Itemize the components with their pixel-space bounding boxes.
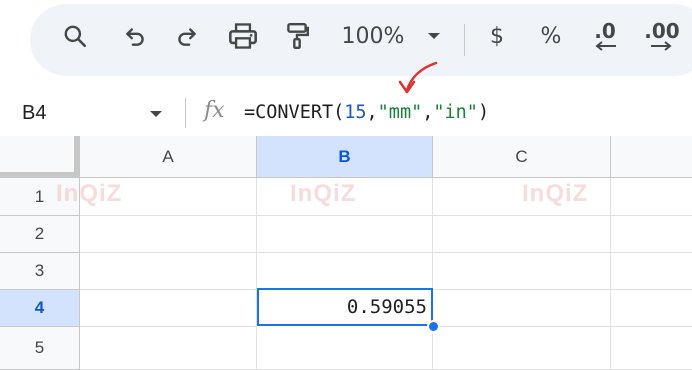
percent-button[interactable]: % <box>536 0 566 72</box>
currency-button[interactable]: $ <box>482 0 512 72</box>
formula-input[interactable]: =CONVERT(15,"mm","in") <box>244 102 489 123</box>
formula-bar-separator <box>185 98 186 128</box>
decrease-decimal-label: .0 <box>594 19 616 43</box>
toolbar-separator <box>464 24 465 56</box>
corner-mark <box>0 136 80 178</box>
formula-number-arg: 15 <box>344 102 367 123</box>
cell-b3[interactable] <box>257 253 433 290</box>
watermark-logo: InQiZ <box>56 180 123 207</box>
decrease-decimal-button[interactable]: .0 <box>586 0 624 72</box>
name-box[interactable]: B4 <box>22 102 46 125</box>
redo-icon[interactable] <box>170 0 204 72</box>
arrow-left-icon <box>595 41 616 51</box>
column-header-a[interactable]: A <box>80 136 257 178</box>
formula-close: ) <box>477 102 490 123</box>
row-header-4[interactable]: 4 <box>0 290 80 327</box>
column-header-b[interactable]: B <box>257 136 433 178</box>
annotation-arrow-icon <box>398 61 438 94</box>
watermark-logo: InQiZ <box>522 180 589 207</box>
cell-a2[interactable] <box>80 216 257 253</box>
row-header-3[interactable]: 3 <box>0 253 80 290</box>
column-header-d[interactable] <box>611 136 692 178</box>
fill-handle[interactable] <box>427 320 440 333</box>
formula-from-unit-arg: "mm" <box>377 102 423 123</box>
percent-label: % <box>540 23 562 49</box>
cell-d4[interactable] <box>611 290 692 327</box>
currency-label: $ <box>490 23 504 49</box>
watermark-logo: InQiZ <box>290 180 357 207</box>
cell-a5[interactable] <box>80 327 257 370</box>
arrow-right-icon <box>651 41 672 51</box>
cell-a4[interactable] <box>80 290 257 327</box>
cell-b4-selected[interactable]: 0.59055 <box>257 288 433 326</box>
formula-prefix: =CONVERT( <box>244 102 345 123</box>
cell-a3[interactable] <box>80 253 257 290</box>
cell-d3[interactable] <box>611 253 692 290</box>
cell-b2[interactable] <box>257 216 433 253</box>
row-header-2[interactable]: 2 <box>0 216 80 253</box>
name-box-chevron-icon[interactable] <box>148 109 164 119</box>
sheet-grid: A B C 1 2 3 4 5 <box>0 136 692 370</box>
print-icon[interactable] <box>224 0 262 72</box>
increase-decimal-label: .00 <box>644 19 680 43</box>
increase-decimal-button[interactable]: .00 <box>640 0 684 72</box>
cell-b5[interactable] <box>257 327 433 370</box>
formula-comma: , <box>422 102 434 123</box>
search-icon[interactable] <box>58 0 92 72</box>
paint-format-icon[interactable] <box>280 0 314 72</box>
row-header-5[interactable]: 5 <box>0 327 80 370</box>
fx-icon: fx <box>204 98 225 123</box>
cell-d5[interactable] <box>611 327 692 370</box>
zoom-value: 100% <box>341 23 405 49</box>
cell-c4[interactable] <box>433 290 611 327</box>
cell-c2[interactable] <box>433 216 611 253</box>
cell-b4-value: 0.59055 <box>346 296 427 318</box>
cell-d1[interactable] <box>611 178 692 216</box>
undo-icon[interactable] <box>118 0 152 72</box>
select-all-corner[interactable] <box>0 136 80 178</box>
formula-to-unit-arg: "in" <box>433 102 478 123</box>
column-header-c[interactable]: C <box>433 136 611 178</box>
cell-c3[interactable] <box>433 253 611 290</box>
formula-bar: B4 fx =CONVERT(15,"mm","in") <box>0 90 692 136</box>
cell-c5[interactable] <box>433 327 611 370</box>
cell-d2[interactable] <box>611 216 692 253</box>
formula-comma: , <box>366 102 378 123</box>
